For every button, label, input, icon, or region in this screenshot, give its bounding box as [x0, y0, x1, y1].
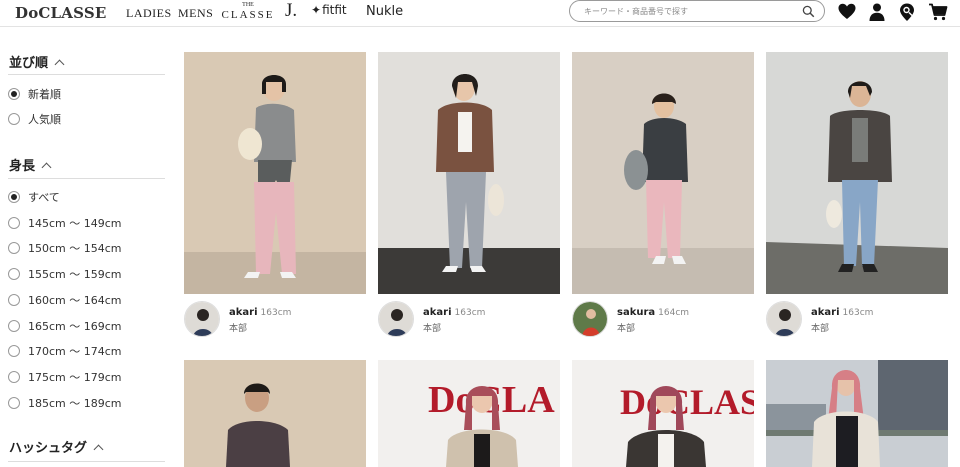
divider	[8, 74, 165, 75]
user-height: 163cm	[454, 308, 486, 318]
chevron-up-icon	[54, 59, 65, 70]
sort-option-popular[interactable]: 人気順	[8, 111, 61, 127]
height-option-label: 160cm 〜 164cm	[28, 294, 122, 307]
divider	[8, 178, 165, 179]
height-option-label: 170cm 〜 174cm	[28, 345, 122, 358]
chevron-up-icon	[93, 444, 104, 455]
user-height: 164cm	[658, 308, 690, 318]
user-name-text: akari	[229, 307, 258, 318]
radio[interactable]	[8, 242, 20, 254]
height-option-label: 165cm 〜 169cm	[28, 320, 122, 333]
user-avatar[interactable]	[766, 301, 802, 337]
height-option-175[interactable]: 175cm 〜 179cm	[8, 369, 122, 385]
radio-selected[interactable]	[8, 191, 20, 203]
radio[interactable]	[8, 268, 20, 280]
user-height: 163cm	[260, 308, 292, 318]
styling-photo[interactable]	[766, 52, 948, 294]
radio-selected[interactable]	[8, 88, 20, 100]
user-name-text: akari	[423, 307, 452, 318]
hashtag-section-toggle[interactable]: ハッシュタグ	[9, 437, 104, 456]
user-name[interactable]: akari 163cm	[811, 307, 873, 318]
user-shop: 本部	[423, 324, 442, 334]
height-option-all[interactable]: すべて	[8, 189, 60, 205]
user-name-text: sakura	[617, 307, 656, 318]
styling-photo[interactable]	[572, 52, 754, 294]
sort-section-title: 並び順	[9, 56, 49, 71]
heart-icon[interactable]	[837, 2, 857, 22]
user-name[interactable]: akari 163cm	[423, 307, 485, 318]
styling-photo[interactable]: DoCLAS	[572, 360, 754, 467]
nav-the-classe[interactable]: THE CLASSE	[221, 2, 275, 21]
cart-icon[interactable]	[928, 2, 948, 22]
height-option-165[interactable]: 165cm 〜 169cm	[8, 318, 122, 334]
site-header: DoCLASSE LADIES MENS THE CLASSE J. ✦fitf…	[0, 0, 960, 27]
styling-photo[interactable]	[184, 360, 366, 467]
user-name[interactable]: akari 163cm	[229, 307, 291, 318]
height-option-label: 150cm 〜 154cm	[28, 242, 122, 255]
chevron-up-icon	[41, 162, 52, 173]
radio[interactable]	[8, 345, 20, 357]
height-option-label: 175cm 〜 179cm	[28, 371, 122, 384]
height-option-label: 185cm 〜 189cm	[28, 397, 122, 410]
nav-the-classe-the: THE	[242, 2, 254, 8]
divider	[8, 461, 165, 462]
radio[interactable]	[8, 294, 20, 306]
nav-the-classe-name: CLASSE	[221, 9, 275, 21]
styling-photo[interactable]	[766, 360, 948, 467]
styling-photo[interactable]	[184, 52, 366, 294]
height-section-toggle[interactable]: 身長	[9, 155, 52, 174]
fitfit-star-icon: ✦	[311, 3, 322, 17]
height-option-label: すべて	[28, 191, 60, 204]
radio[interactable]	[8, 397, 20, 409]
height-option-150[interactable]: 150cm 〜 154cm	[8, 240, 122, 256]
nav-nukle[interactable]: Nukle	[366, 4, 403, 19]
user-icon[interactable]	[867, 2, 887, 22]
nav-ladies[interactable]: LADIES	[126, 6, 172, 21]
styling-photo[interactable]: DoCLA	[378, 360, 560, 467]
user-avatar[interactable]	[572, 301, 608, 337]
height-option-label: 145cm 〜 149cm	[28, 217, 122, 230]
store-search-icon[interactable]	[897, 2, 917, 22]
sort-section-toggle[interactable]: 並び順	[9, 52, 65, 71]
user-name[interactable]: sakura 164cm	[617, 307, 689, 318]
user-shop: 本部	[617, 324, 636, 334]
user-height: 163cm	[842, 308, 874, 318]
user-name-text: akari	[811, 307, 840, 318]
styling-photo[interactable]	[378, 52, 560, 294]
user-avatar[interactable]	[378, 301, 414, 337]
height-option-185[interactable]: 185cm 〜 189cm	[8, 395, 122, 411]
search-box	[569, 0, 825, 22]
site-logo[interactable]: DoCLASSE	[15, 4, 107, 22]
nav-fitfit-label: fitfit	[322, 3, 347, 17]
radio[interactable]	[8, 371, 20, 383]
height-option-155[interactable]: 155cm 〜 159cm	[8, 266, 122, 282]
radio[interactable]	[8, 320, 20, 332]
user-avatar[interactable]	[184, 301, 220, 337]
height-option-label: 155cm 〜 159cm	[28, 268, 122, 281]
height-option-145[interactable]: 145cm 〜 149cm	[8, 215, 122, 231]
banner-text: DoCLAS	[620, 382, 754, 422]
height-option-160[interactable]: 160cm 〜 164cm	[8, 292, 122, 308]
user-shop: 本部	[229, 324, 248, 334]
sort-option-label: 新着順	[28, 88, 61, 101]
radio[interactable]	[8, 217, 20, 229]
search-input[interactable]	[584, 4, 794, 19]
nav-j[interactable]: J.	[285, 0, 297, 22]
search-icon[interactable]	[802, 5, 815, 18]
user-shop: 本部	[811, 324, 830, 334]
height-option-170[interactable]: 170cm 〜 174cm	[8, 343, 122, 359]
sort-option-newest[interactable]: 新着順	[8, 86, 61, 102]
height-section-title: 身長	[9, 159, 36, 174]
nav-mens[interactable]: MENS	[178, 6, 213, 21]
filter-sidebar: 並び順 新着順 人気順 身長 すべて 145cm 〜 149cm 150cm 〜…	[8, 27, 166, 467]
hashtag-section-title: ハッシュタグ	[9, 441, 88, 456]
nav-fitfit[interactable]: ✦fitfit	[311, 3, 347, 17]
sort-option-label: 人気順	[28, 113, 61, 126]
radio[interactable]	[8, 113, 20, 125]
